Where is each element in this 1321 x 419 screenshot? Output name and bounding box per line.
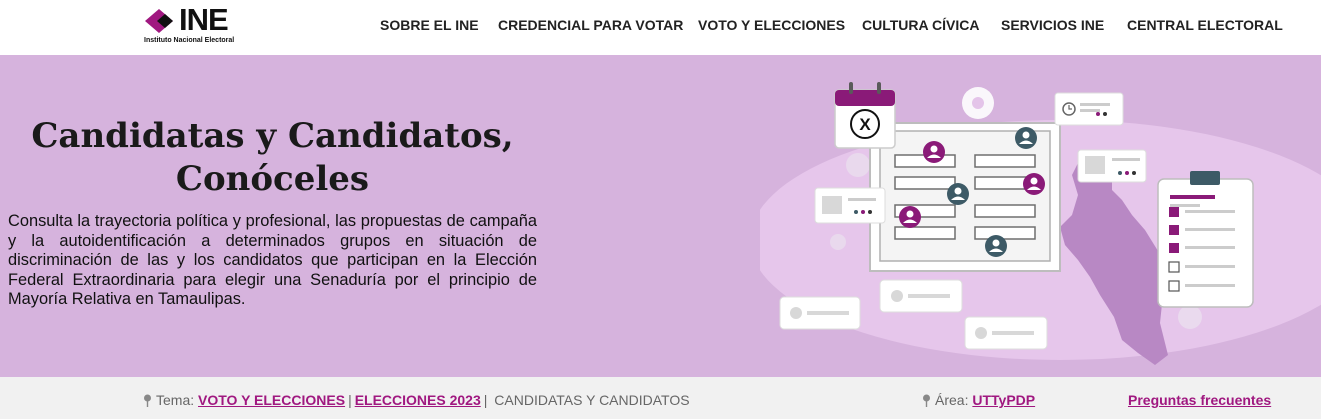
calendar-icon: X xyxy=(834,82,896,149)
location-pin-icon xyxy=(144,394,151,407)
breadcrumb-current: CANDIDATAS Y CANDIDATOS xyxy=(494,392,690,408)
area-info: Área: UTTyPDP xyxy=(922,392,1035,408)
faq-container: Preguntas frecuentes xyxy=(1128,392,1271,408)
area-label: Área: xyxy=(935,392,969,408)
breadcrumb-link-elecciones-2023[interactable]: ELECCIONES 2023 xyxy=(355,392,481,408)
logo-wordmark: INE xyxy=(179,2,229,37)
ballot-x-mark: X xyxy=(859,115,871,134)
ine-logo[interactable]: INE Instituto Nacional Electoral xyxy=(143,2,268,47)
hero-banner: Candidatas y Candidatos, Conóceles Consu… xyxy=(0,55,1321,377)
breadcrumb-separator: | xyxy=(483,392,488,408)
area-link-uttypdp[interactable]: UTTyPDP xyxy=(972,392,1035,408)
tema-label: Tema: xyxy=(156,392,195,408)
nav-sobre-el-ine[interactable]: SOBRE EL INE xyxy=(380,17,479,33)
hero-description: Consulta la trayectoria política y profe… xyxy=(8,212,537,309)
nav-central-electoral[interactable]: CENTRAL ELECTORAL xyxy=(1127,17,1283,33)
ine-diamond-icon xyxy=(145,9,173,33)
location-pin-icon xyxy=(923,394,930,407)
page-title-line-1: Candidatas y Candidatos, xyxy=(31,116,514,156)
breadcrumb-bar: Tema: VOTO Y ELECCIONES | ELECCIONES 2023 |… xyxy=(0,377,1321,419)
faq-link[interactable]: Preguntas frecuentes xyxy=(1128,392,1271,408)
nav-servicios-ine[interactable]: SERVICIOS INE xyxy=(1001,17,1104,33)
breadcrumb-link-voto-y-elecciones[interactable]: VOTO Y ELECCIONES xyxy=(198,392,345,408)
nav-voto-y-elecciones[interactable]: VOTO Y ELECCIONES xyxy=(698,17,845,33)
breadcrumb: Tema: VOTO Y ELECCIONES | ELECCIONES 2023 |… xyxy=(143,392,690,408)
nav-credencial-para-votar[interactable]: CREDENCIAL PARA VOTAR xyxy=(498,17,683,33)
site-header: INE Instituto Nacional Electoral SOBRE E… xyxy=(0,0,1321,55)
election-illustration: X xyxy=(760,82,1321,365)
clipboard-icon xyxy=(1157,171,1254,308)
nav-cultura-civica[interactable]: CULTURA CÍVICA xyxy=(862,17,979,33)
page-title: Candidatas y Candidatos, Conóceles xyxy=(0,115,545,201)
logo-subtitle: Instituto Nacional Electoral xyxy=(144,37,235,44)
breadcrumb-separator: | xyxy=(348,392,352,408)
page-title-line-2: Conóceles xyxy=(175,159,370,199)
